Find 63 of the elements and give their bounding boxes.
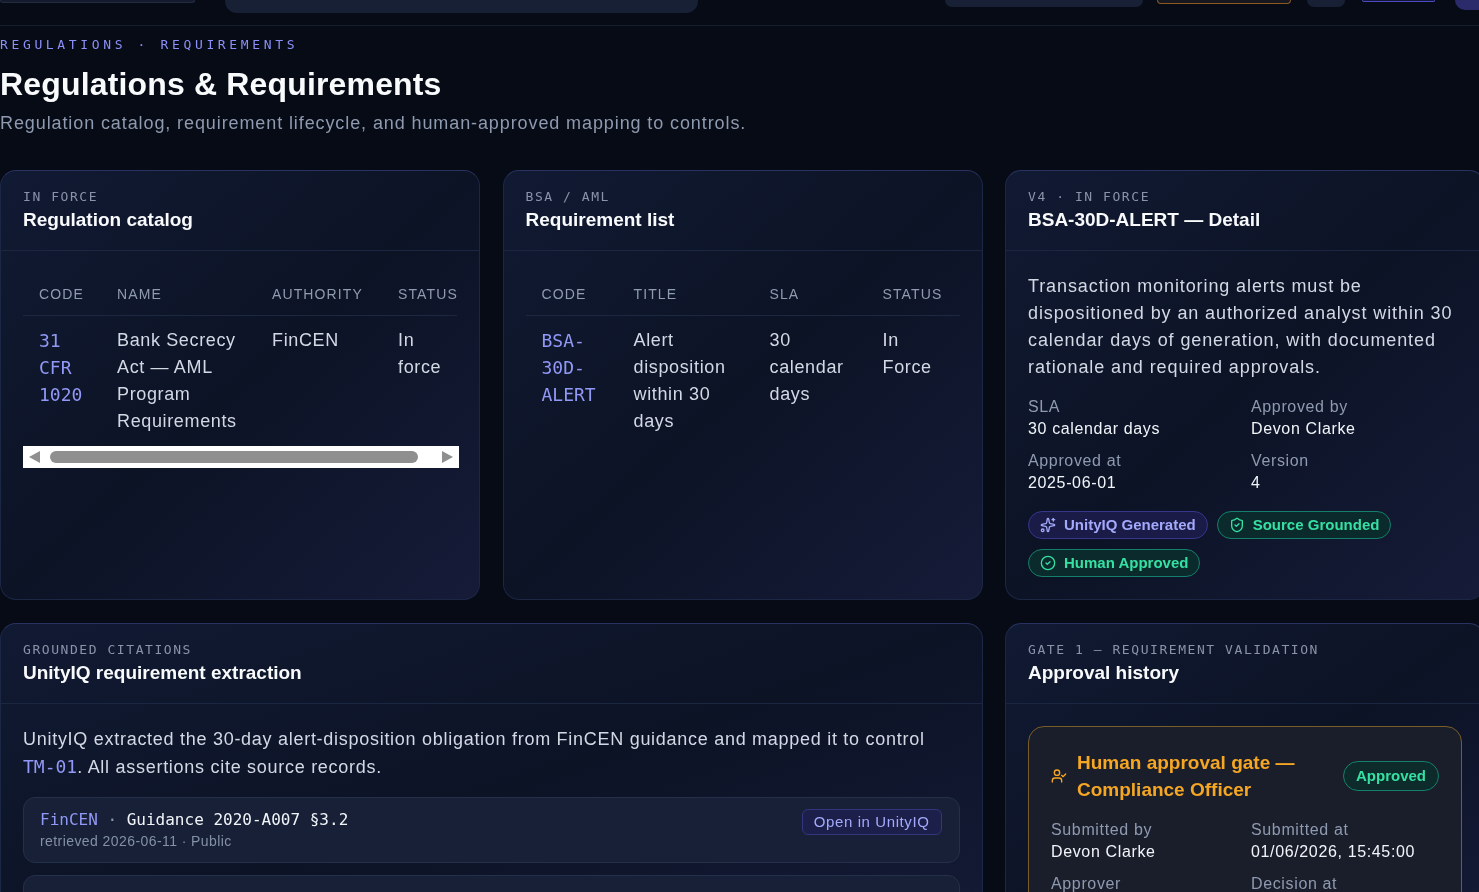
shield-check-icon bbox=[1228, 517, 1245, 533]
check-circle-icon bbox=[1040, 555, 1056, 571]
column-header: TITLE bbox=[632, 285, 679, 304]
horizontal-scrollbar[interactable] bbox=[23, 446, 459, 468]
table-cell-text: FinCEN bbox=[271, 329, 340, 352]
table-cell-text: In Force bbox=[881, 329, 933, 379]
user-check-icon bbox=[1051, 768, 1067, 784]
field-value: Devon Clarke bbox=[1251, 419, 1357, 439]
breadcrumb: REGULATIONS · REQUIREMENTS bbox=[0, 36, 300, 54]
card-eyebrow: IN FORCE bbox=[23, 188, 100, 206]
citation-meta: retrieved 2026-06-11 · Public bbox=[40, 832, 233, 851]
status-badge: Source Grounded bbox=[1216, 511, 1392, 539]
column-header: AUTHORITY bbox=[271, 285, 364, 304]
table-cell-text: BSA-30D-ALERT bbox=[540, 329, 597, 407]
card-eyebrow: GATE 1 — REQUIREMENT VALIDATION bbox=[1028, 641, 1320, 659]
field-label: Approved by bbox=[1251, 397, 1349, 417]
table-cell-text: 31 CFR 1020 bbox=[38, 329, 84, 407]
column-header: STATUS bbox=[397, 285, 459, 304]
open-button[interactable]: Open in UnityIQ bbox=[801, 809, 942, 835]
gate-title: Human approval gate — Compliance Officer bbox=[1077, 751, 1296, 802]
column-header: CODE bbox=[540, 285, 588, 304]
field-label: SLA bbox=[1028, 397, 1062, 417]
card-title: Approval history bbox=[1028, 661, 1180, 685]
card-eyebrow: V4 · IN FORCE bbox=[1028, 188, 1152, 206]
field-label: Submitted by bbox=[1051, 820, 1154, 840]
status-badge: Approved bbox=[1343, 761, 1439, 791]
card-title: Regulation catalog bbox=[23, 208, 194, 232]
card-eyebrow: GROUNDED CITATIONS bbox=[23, 641, 193, 659]
column-header: CODE bbox=[38, 285, 85, 304]
requirement-description: Transaction monitoring alerts must be dispositioned by an authorized analyst within 30 calendar days of generation, with documented rationale and required approvals. bbox=[1028, 275, 1454, 379]
page-title: Regulations & Requirements bbox=[0, 65, 443, 104]
card-title: UnityIQ requirement extraction bbox=[23, 661, 303, 685]
status-badge: Human Approved bbox=[1028, 549, 1201, 577]
citation-reference: FinCEN · Guidance 2020-A007 §3.2 bbox=[40, 809, 349, 831]
table-cell-text: 30 calendar days bbox=[768, 329, 845, 406]
field-label: Approved at bbox=[1028, 451, 1123, 471]
field-value: 01/06/2026, 15:45:00 bbox=[1251, 842, 1417, 862]
field-label: Submitted at bbox=[1251, 820, 1350, 840]
page-subtitle: Regulation catalog, requirement lifecycle, and human-approved mapping to controls. bbox=[0, 112, 748, 135]
table-cell-text: In force bbox=[397, 329, 443, 379]
field-value: 2025-06-01 bbox=[1028, 473, 1118, 493]
card-title: Requirement list bbox=[525, 208, 676, 232]
field-value: 4 bbox=[1251, 473, 1262, 493]
icon-button[interactable] bbox=[1307, 0, 1345, 7]
search-field[interactable] bbox=[225, 0, 698, 13]
filter-field[interactable] bbox=[945, 0, 1143, 7]
column-header: SLA bbox=[768, 285, 801, 304]
field-value: 30 calendar days bbox=[1028, 419, 1162, 439]
alert-button[interactable] bbox=[1157, 0, 1291, 4]
column-header: NAME bbox=[116, 285, 163, 304]
status-badge: UnityIQ Generated bbox=[1028, 511, 1208, 539]
table-cell-text: Bank Secrecy Act — AML Program Requirements bbox=[116, 329, 238, 433]
field-label: Version bbox=[1251, 451, 1310, 471]
extraction-summary: UnityIQ extracted the 30-day alert-disposition obligation from FinCEN guidance and mapped it to control TM-01. All assertions cite source records. bbox=[23, 728, 926, 779]
avatar-icon[interactable] bbox=[1455, 0, 1479, 10]
field-label: Decision at bbox=[1251, 874, 1339, 892]
column-header: STATUS bbox=[881, 285, 944, 304]
sparkles-icon bbox=[1040, 517, 1056, 533]
field-value: Devon Clarke bbox=[1051, 842, 1157, 862]
card-title: BSA-30D-ALERT — Detail bbox=[1028, 208, 1262, 232]
field-label: Approver bbox=[1051, 874, 1123, 892]
card-eyebrow: BSA / AML bbox=[525, 188, 611, 206]
table-cell-text: Alert disposition within 30 days bbox=[632, 329, 727, 433]
